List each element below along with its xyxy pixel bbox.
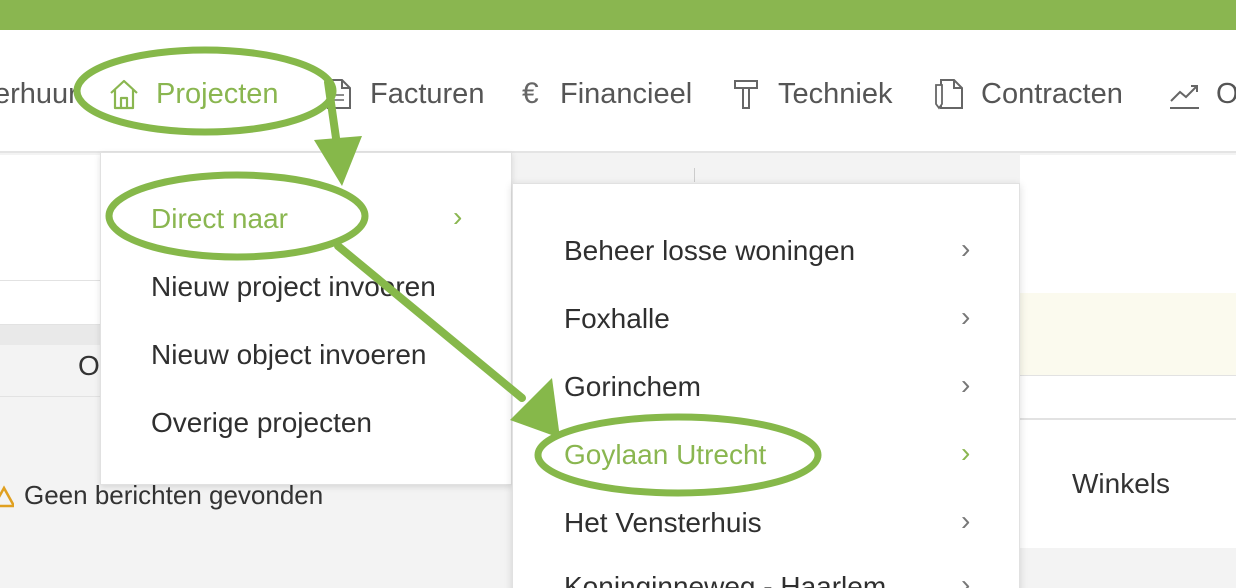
chevron-right-icon: › xyxy=(961,233,971,264)
nav-item-verhuur[interactable]: erhuur xyxy=(0,74,78,114)
nav-label: Techniek xyxy=(778,77,893,110)
nav-label: Facturen xyxy=(370,77,485,110)
menu-item-nieuw-object[interactable]: Nieuw object invoeren xyxy=(151,339,427,371)
warning-icon xyxy=(0,482,17,510)
projects-dropdown-menu: Direct naar › Nieuw project invoeren Nie… xyxy=(100,152,512,485)
menu-item-overige-projecten[interactable]: Overige projecten xyxy=(151,407,372,439)
nav-label: Financieel xyxy=(560,77,693,110)
contract-icon xyxy=(933,77,965,111)
nav-label: erhuur xyxy=(0,77,78,110)
chevron-right-icon: › xyxy=(961,505,971,536)
tile-label-winkels: Winkels xyxy=(1072,468,1171,499)
background-panel xyxy=(0,155,100,280)
home-icon xyxy=(108,77,140,111)
nav-item-techniek[interactable]: Techniek xyxy=(730,74,892,114)
nav-label: Projecten xyxy=(156,77,279,110)
chevron-right-icon: › xyxy=(453,201,463,232)
background-panel xyxy=(1020,155,1236,293)
nav-item-contracten[interactable]: Contracten xyxy=(933,74,1123,114)
direct-naar-submenu: Beheer losse woningen › Foxhalle › Gorin… xyxy=(512,183,1020,588)
highlighted-row xyxy=(1020,293,1236,375)
euro-icon: € xyxy=(522,77,539,110)
menu-item-direct-naar[interactable]: Direct naar xyxy=(151,203,288,235)
submenu-item-het-vensterhuis[interactable]: Het Vensterhuis xyxy=(564,507,762,539)
submenu-item-gorinchem[interactable]: Gorinchem xyxy=(564,371,701,403)
menu-item-nieuw-project[interactable]: Nieuw project invoeren xyxy=(151,271,436,303)
submenu-item-beheer-losse-woningen[interactable]: Beheer losse woningen xyxy=(564,235,855,267)
nav-item-financieel[interactable]: € Financieel xyxy=(522,74,692,114)
chart-trend-icon xyxy=(1168,77,1200,111)
background-panel xyxy=(0,281,100,324)
nav-label: Contracten xyxy=(981,77,1123,110)
submenu-item-goylaan-utrecht[interactable]: Goylaan Utrecht xyxy=(564,439,766,471)
column-label: O xyxy=(78,350,100,381)
chevron-right-icon: › xyxy=(961,437,971,468)
main-navigation: erhuur Projecten Facturen € Financieel T… xyxy=(0,30,1236,153)
chevron-right-icon: › xyxy=(961,569,971,588)
divider xyxy=(0,396,100,397)
background-header-row xyxy=(0,325,100,345)
top-accent-bar xyxy=(0,0,1236,30)
nav-item-overzicht[interactable]: O xyxy=(1168,74,1236,114)
submenu-item-foxhalle[interactable]: Foxhalle xyxy=(564,303,670,335)
submenu-item-koninginneweg-haarlem[interactable]: Koninginneweg - Haarlem xyxy=(564,571,886,588)
document-icon xyxy=(322,77,354,111)
nav-item-projecten[interactable]: Projecten xyxy=(108,74,279,114)
chevron-right-icon: › xyxy=(961,369,971,400)
nav-item-facturen[interactable]: Facturen xyxy=(322,74,484,114)
chevron-right-icon: › xyxy=(961,301,971,332)
hammer-icon xyxy=(730,77,762,111)
column-divider xyxy=(694,168,695,182)
background-panel xyxy=(1020,376,1236,418)
nav-label: O xyxy=(1216,77,1236,110)
